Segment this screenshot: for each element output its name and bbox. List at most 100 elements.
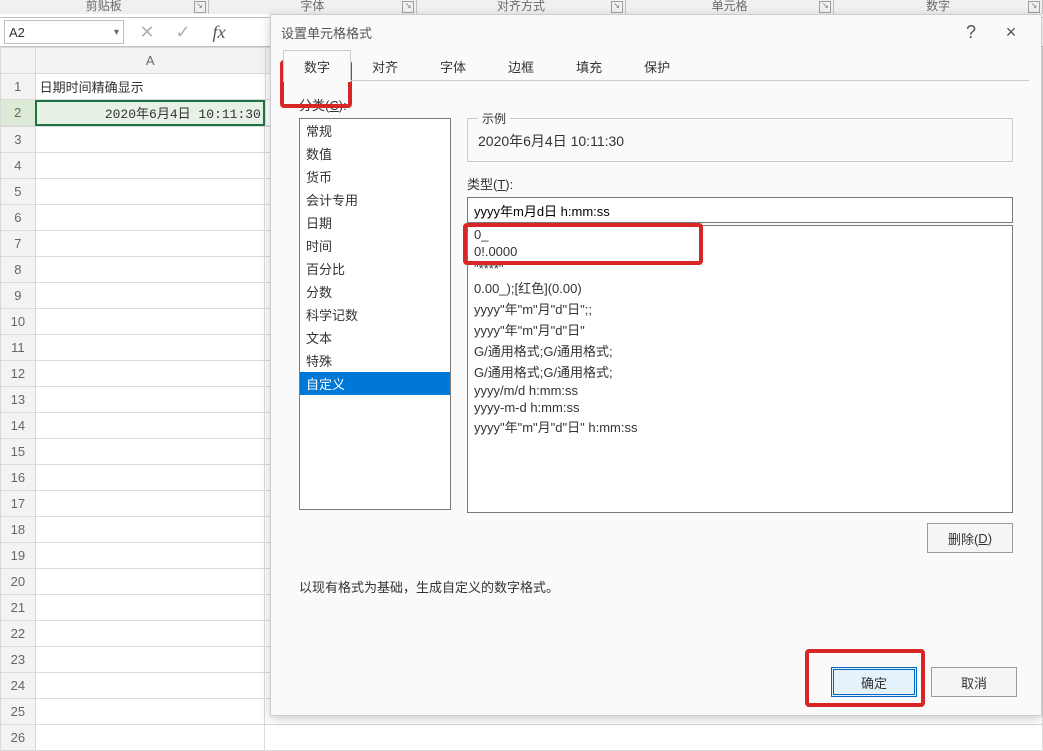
dialog-launcher-icon[interactable]: ↘ [402, 1, 414, 13]
row-header-7[interactable]: 7 [1, 231, 36, 257]
row-header-2[interactable]: 2 [1, 100, 36, 126]
cell-A25[interactable] [35, 699, 264, 725]
tab-border[interactable]: 边框 [487, 50, 555, 82]
tab-font[interactable]: 字体 [419, 50, 487, 82]
category-item[interactable]: 百分比 [300, 257, 450, 280]
category-item[interactable]: 科学记数 [300, 303, 450, 326]
dialog-launcher-icon[interactable]: ↘ [194, 1, 206, 13]
cell-A24[interactable] [35, 673, 264, 699]
category-item[interactable]: 数值 [300, 142, 450, 165]
row-header-1[interactable]: 1 [1, 74, 36, 100]
row-header-24[interactable]: 24 [1, 673, 36, 699]
cell-A23[interactable] [35, 647, 264, 673]
row-header-5[interactable]: 5 [1, 179, 36, 205]
format-item[interactable]: yyyy"年"m"月"d"日";; [468, 298, 1012, 319]
row-header-3[interactable]: 3 [1, 127, 36, 153]
row-header-4[interactable]: 4 [1, 153, 36, 179]
category-item[interactable]: 日期 [300, 211, 450, 234]
format-type-input[interactable] [467, 197, 1013, 223]
cell-A9[interactable] [35, 283, 264, 309]
insert-function-icon[interactable]: fx [206, 21, 232, 43]
help-button[interactable]: ? [951, 15, 991, 49]
close-button[interactable]: × [991, 15, 1031, 49]
tab-protection[interactable]: 保护 [623, 50, 691, 82]
row-header-21[interactable]: 21 [1, 595, 36, 621]
cell-A6[interactable] [35, 205, 264, 231]
category-item[interactable]: 自定义 [300, 372, 450, 395]
cell-A13[interactable] [35, 387, 264, 413]
row-header-13[interactable]: 13 [1, 387, 36, 413]
cell-A11[interactable] [35, 335, 264, 361]
format-item[interactable]: yyyy"年"m"月"d"日" h:mm:ss [468, 416, 1012, 437]
format-item[interactable]: G/通用格式;G/通用格式; [468, 361, 1012, 382]
row-header-14[interactable]: 14 [1, 413, 36, 439]
format-item[interactable]: G/通用格式;G/通用格式; [468, 340, 1012, 361]
dialog-titlebar[interactable]: 设置单元格格式 ? × [271, 15, 1041, 49]
name-box[interactable]: A2 ▾ [4, 20, 124, 44]
row-header-20[interactable]: 20 [1, 569, 36, 595]
tab-alignment[interactable]: 对齐 [351, 50, 419, 82]
row-header-15[interactable]: 15 [1, 439, 36, 465]
format-item[interactable]: "****" [468, 260, 1012, 277]
dialog-launcher-icon[interactable]: ↘ [1028, 1, 1040, 13]
row-header-12[interactable]: 12 [1, 361, 36, 387]
select-all-corner[interactable] [1, 48, 36, 74]
delete-button[interactable]: 删除(D) [927, 523, 1013, 553]
column-header-A[interactable]: A [35, 48, 265, 74]
category-item[interactable]: 常规 [300, 119, 450, 142]
dialog-launcher-icon[interactable]: ↘ [819, 1, 831, 13]
row-header-16[interactable]: 16 [1, 465, 36, 491]
cell-A12[interactable] [35, 361, 264, 387]
cell-A21[interactable] [35, 595, 264, 621]
cell-A26[interactable] [35, 725, 264, 751]
cancel-button[interactable]: 取消 [931, 667, 1017, 697]
cell-A16[interactable] [35, 465, 264, 491]
category-item[interactable]: 货币 [300, 165, 450, 188]
row-header-8[interactable]: 8 [1, 257, 36, 283]
category-item[interactable]: 特殊 [300, 349, 450, 372]
cell-A15[interactable] [35, 439, 264, 465]
row-header-9[interactable]: 9 [1, 283, 36, 309]
format-item[interactable]: 0!.0000 [468, 243, 1012, 260]
format-item[interactable]: yyyy/m/d h:mm:ss [468, 382, 1012, 399]
cell-rest-26[interactable] [264, 725, 1042, 751]
tab-fill[interactable]: 填充 [555, 50, 623, 82]
cell-A1[interactable]: 日期时间精确显示 [35, 74, 265, 100]
row-header-19[interactable]: 19 [1, 543, 36, 569]
cell-A7[interactable] [35, 231, 264, 257]
cell-A18[interactable] [35, 517, 264, 543]
category-item[interactable]: 分数 [300, 280, 450, 303]
dialog-launcher-icon[interactable]: ↘ [611, 1, 623, 13]
format-item[interactable]: yyyy-m-d h:mm:ss [468, 399, 1012, 416]
row-header-26[interactable]: 26 [1, 725, 36, 751]
category-item[interactable]: 文本 [300, 326, 450, 349]
cell-A14[interactable] [35, 413, 264, 439]
cell-A4[interactable] [35, 153, 264, 179]
cell-A5[interactable] [35, 179, 264, 205]
cell-A8[interactable] [35, 257, 264, 283]
cell-A10[interactable] [35, 309, 264, 335]
category-listbox[interactable]: 常规数值货币会计专用日期时间百分比分数科学记数文本特殊自定义 [299, 118, 451, 510]
row-header-11[interactable]: 11 [1, 335, 36, 361]
cell-A17[interactable] [35, 491, 264, 517]
category-item[interactable]: 会计专用 [300, 188, 450, 211]
cell-A19[interactable] [35, 543, 264, 569]
cell-A3[interactable] [35, 127, 264, 153]
row-header-18[interactable]: 18 [1, 517, 36, 543]
cell-A22[interactable] [35, 621, 264, 647]
row-header-6[interactable]: 6 [1, 205, 36, 231]
row-header-10[interactable]: 10 [1, 309, 36, 335]
format-item[interactable]: 0_ [468, 226, 1012, 243]
cell-A2[interactable]: 2020年6月4日 10:11:30 [35, 100, 265, 126]
chevron-down-icon[interactable]: ▾ [114, 27, 119, 38]
format-item[interactable]: yyyy"年"m"月"d"日" [468, 319, 1012, 340]
format-item[interactable]: 0.00_);[红色](0.00) [468, 277, 1012, 298]
row-header-17[interactable]: 17 [1, 491, 36, 517]
row-header-22[interactable]: 22 [1, 621, 36, 647]
cell-A20[interactable] [35, 569, 264, 595]
row-header-23[interactable]: 23 [1, 647, 36, 673]
ok-button[interactable]: 确定 [831, 667, 917, 697]
format-listbox[interactable]: 0_0!.0000"****"0.00_);[红色](0.00)yyyy"年"m… [467, 225, 1013, 513]
tab-number[interactable]: 数字 [283, 50, 351, 82]
category-item[interactable]: 时间 [300, 234, 450, 257]
